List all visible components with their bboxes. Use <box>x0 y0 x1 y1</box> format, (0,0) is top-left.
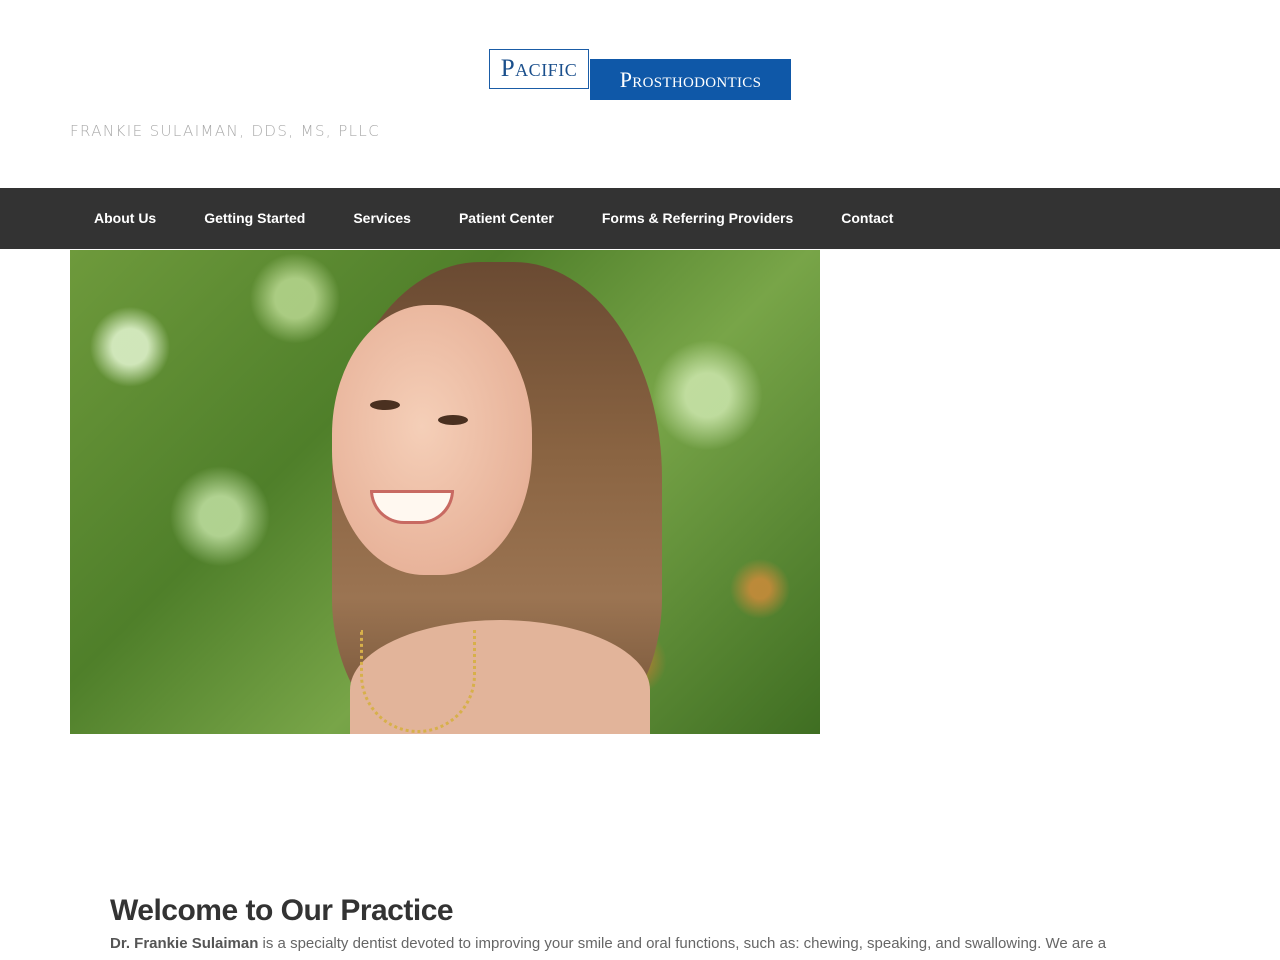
doctor-name: Dr. Frankie Sulaiman <box>110 935 259 952</box>
nav-item-services[interactable]: Services <box>329 188 435 249</box>
welcome-title: Welcome to Our Practice <box>110 894 454 927</box>
hero-eye-left <box>370 400 400 410</box>
nav-item-patient-center[interactable]: Patient Center <box>435 188 578 249</box>
hero-face-shape <box>332 305 532 575</box>
logo-word-prosthodontics: Prosthodontics <box>590 59 791 100</box>
practice-tagline: FRANKIE SULAIMAN, DDS, MS, PLLC <box>70 122 381 140</box>
nav-item-forms-referring-providers[interactable]: Forms & Referring Providers <box>578 188 817 249</box>
hero-eye-right <box>438 415 468 425</box>
welcome-paragraph: Dr. Frankie Sulaiman is a specialty dent… <box>110 934 1190 954</box>
logo-pacific-text: Pacific <box>500 55 578 82</box>
nav-item-getting-started[interactable]: Getting Started <box>180 188 329 249</box>
main-nav: About Us Getting Started Services Patien… <box>0 188 1280 249</box>
nav-item-contact[interactable]: Contact <box>817 188 917 249</box>
logo-prosthodontics-text: Prosthodontics <box>619 66 762 92</box>
hero-image <box>70 250 820 734</box>
welcome-text: is a specialty dentist devoted to improv… <box>258 935 1107 952</box>
logo[interactable]: Pacific Prosthodontics <box>489 48 791 101</box>
nav-item-about-us[interactable]: About Us <box>70 188 180 249</box>
logo-word-pacific: Pacific <box>489 49 589 89</box>
